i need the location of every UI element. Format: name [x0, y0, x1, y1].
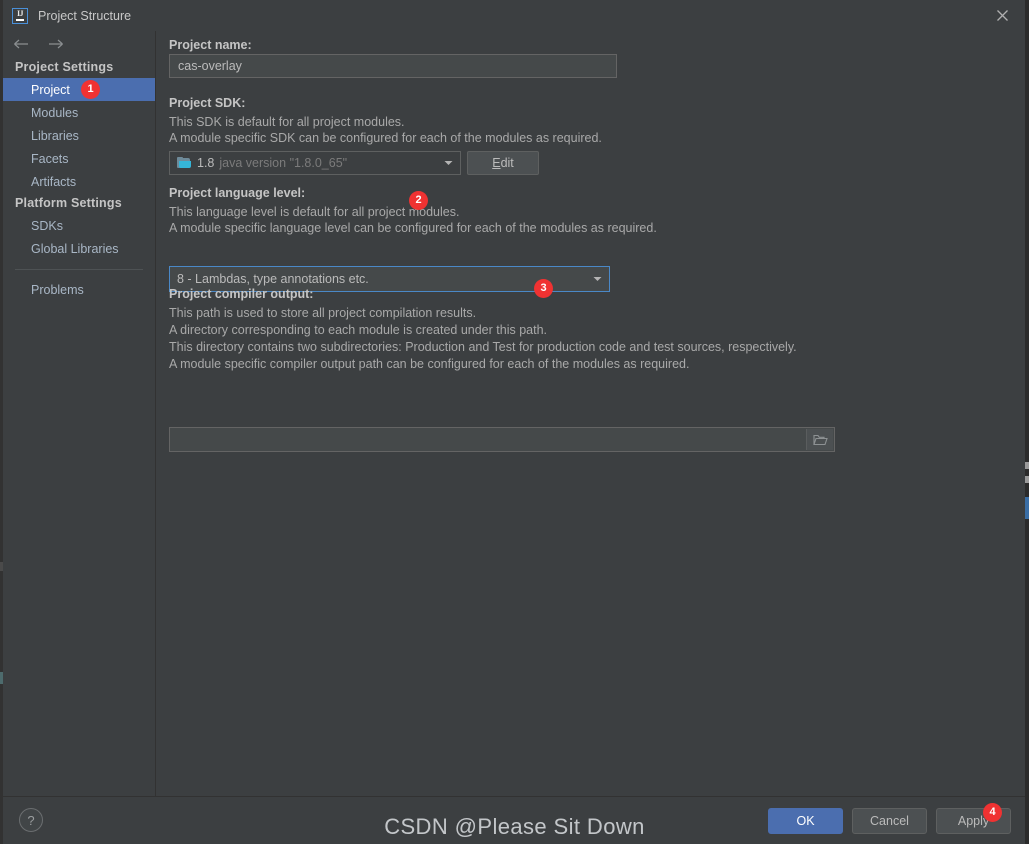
sidebar-group-header-platform-settings: Platform Settings — [15, 196, 122, 210]
project-sdk-combobox[interactable]: 1.8 java version "1.8.0_65" — [169, 151, 461, 175]
folder-browse-icon[interactable] — [806, 429, 833, 450]
project-sdk-detail: java version "1.8.0_65" — [219, 156, 348, 170]
arrow-left-icon[interactable] — [12, 36, 30, 52]
sidebar-item-label: SDKs — [31, 218, 63, 233]
project-compiler-output-description-line-3: This directory contains two subdirectori… — [169, 340, 797, 354]
project-sdk-version: 1.8 — [197, 156, 215, 170]
project-sdk-description-line-1: This SDK is default for all project modu… — [169, 115, 405, 129]
project-language-level-value: 8 - Lambdas, type annotations etc. — [177, 272, 369, 286]
project-sdk-label: Project SDK: — [169, 96, 246, 110]
sidebar-item-sdks[interactable]: SDKs — [3, 214, 155, 237]
sidebar-item-facets[interactable]: Facets — [3, 147, 155, 170]
background-window-right-edge — [1025, 0, 1029, 844]
sidebar-item-label: Artifacts — [31, 174, 77, 189]
titlebar: IJ Project Structure — [3, 0, 1025, 32]
cancel-button[interactable]: Cancel — [852, 808, 927, 834]
sidebar-item-libraries[interactable]: Libraries — [3, 124, 155, 147]
sidebar-item-project[interactable]: Project 1 — [3, 78, 155, 101]
project-compiler-output-description-line-4: A module specific compiler output path c… — [169, 357, 690, 371]
step-badge-2: 2 — [409, 191, 428, 210]
java-sdk-folder-icon — [177, 156, 192, 170]
project-name-label: Project name: — [169, 38, 252, 52]
sidebar-item-global-libraries[interactable]: Global Libraries — [3, 237, 155, 260]
sidebar-group-header-project-settings: Project Settings — [15, 60, 114, 74]
chevron-down-icon[interactable] — [585, 267, 609, 291]
help-icon[interactable]: ? — [19, 808, 43, 832]
project-sdk-description-line-2: A module specific SDK can be configured … — [169, 131, 602, 145]
sidebar-divider — [15, 269, 143, 270]
project-language-level-label: Project language level: — [169, 186, 306, 200]
project-structure-dialog: IJ Project Structure Project Settings Pr… — [3, 0, 1025, 844]
edit-button-label-rest: dit — [500, 156, 514, 170]
project-name-input[interactable] — [169, 54, 617, 78]
project-compiler-output-field[interactable] — [169, 427, 835, 452]
project-language-level-description-line-2: A module specific language level can be … — [169, 221, 657, 235]
edit-button-mnemonic: E — [492, 156, 501, 170]
intellij-idea-icon: IJ — [12, 7, 28, 24]
project-sdk-combobox-value: 1.8 java version "1.8.0_65" — [170, 156, 347, 170]
project-compiler-output-description-line-1: This path is used to store all project c… — [169, 306, 477, 320]
project-settings-panel: Project name: Project SDK: This SDK is d… — [156, 31, 1025, 797]
sidebar-item-label: Modules — [31, 105, 79, 120]
step-badge-4: 4 — [983, 803, 1002, 822]
project-compiler-output-description-line-2: A directory corresponding to each module… — [169, 323, 547, 337]
step-badge-1: 1 — [81, 80, 100, 99]
sidebar-item-modules[interactable]: Modules — [3, 101, 155, 124]
sidebar-item-label: Facets — [31, 151, 69, 166]
ok-button[interactable]: OK — [768, 808, 843, 834]
close-icon[interactable] — [980, 0, 1025, 31]
dialog-content: Project Settings Project 1 Modules Libra… — [3, 31, 1025, 797]
sidebar-item-label: Global Libraries — [31, 241, 119, 256]
arrow-right-icon[interactable] — [46, 36, 64, 52]
project-compiler-output-label: Project compiler output: — [169, 287, 314, 301]
settings-sidebar: Project Settings Project 1 Modules Libra… — [3, 31, 156, 797]
dialog-button-bar: ? OK Cancel Apply 4 — [3, 796, 1025, 844]
sidebar-item-label: Libraries — [31, 128, 79, 143]
sidebar-navigation — [3, 31, 155, 57]
sidebar-item-label: Problems — [31, 282, 84, 297]
step-badge-3: 3 — [534, 279, 553, 298]
edit-sdk-button[interactable]: Edit — [467, 151, 539, 175]
sidebar-item-problems[interactable]: Problems — [3, 278, 155, 301]
window-title: Project Structure — [38, 8, 132, 23]
sidebar-item-label: Project — [31, 82, 70, 97]
chevron-down-icon[interactable] — [436, 152, 460, 174]
sidebar-item-artifacts[interactable]: Artifacts — [3, 170, 155, 193]
project-compiler-output-input[interactable] — [170, 428, 834, 451]
